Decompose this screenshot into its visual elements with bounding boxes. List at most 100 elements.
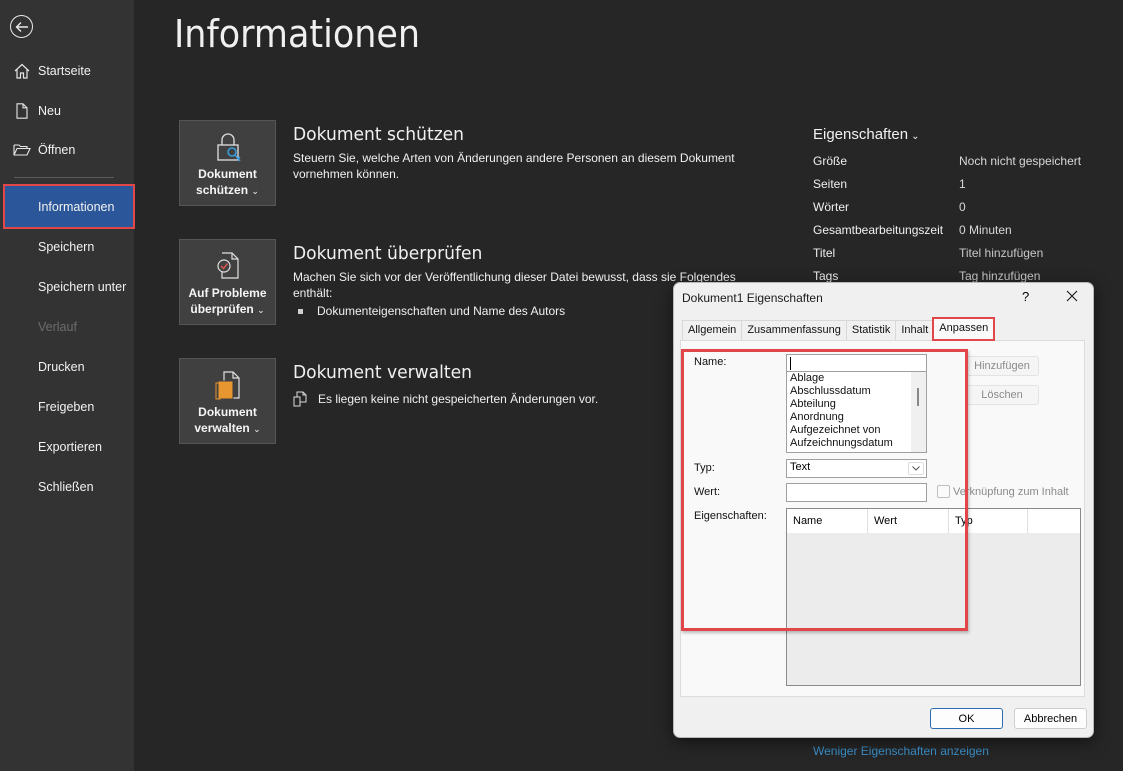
sidebar-item-label: Startseite [38,64,91,78]
close-icon [1066,290,1078,302]
properties-dropdown[interactable]: Eigenschaften ⌄ [813,126,919,143]
property-value: 1 [959,177,966,191]
link-to-content-checkbox[interactable] [937,485,950,498]
properties-title: Eigenschaften [813,126,909,143]
scrollbar-thumb[interactable] [917,388,919,406]
dialog-title: Dokument1 Eigenschaften [682,291,823,305]
column-header-name[interactable]: Name [787,509,868,533]
sidebar-item-speichern-unter[interactable]: Speichern unter [0,268,134,306]
tab-allgemein[interactable]: Allgemein [682,320,743,340]
sidebar-item-drucken[interactable]: Drucken [0,348,134,386]
tile-label: Dokument [198,167,257,181]
wert-input[interactable] [786,483,927,502]
column-header-typ[interactable]: Typ [949,509,1028,533]
link-to-content-option[interactable]: Verknüpfung zum Inhalt [937,485,1069,498]
close-button[interactable] [1062,286,1082,306]
sidebar-item-startseite[interactable]: Startseite [0,52,134,90]
sidebar-item-label: Schließen [38,480,94,494]
back-button[interactable] [10,15,33,38]
tab-statistik[interactable]: Statistik [845,320,897,340]
tile-label: Auf Probleme [188,286,267,300]
manage-document-button[interactable]: Dokument verwalten ⌄ [179,358,276,444]
help-button[interactable]: ? [1022,289,1029,304]
typ-value: Text [790,461,811,473]
list-item[interactable]: Aufgezeichnet von [787,424,926,437]
new-document-icon [16,103,28,119]
section-heading: Dokument überprüfen [293,243,483,264]
tab-inhalt[interactable]: Inhalt [895,320,935,340]
sidebar-item-schliessen[interactable]: Schließen [0,468,134,506]
sidebar-item-speichern[interactable]: Speichern [0,228,134,266]
delete-button[interactable]: Löschen [965,385,1039,405]
property-key: Gesamtbearbeitungszeit [813,223,944,237]
property-key: Seiten [813,177,848,191]
chevron-down-icon [912,466,920,471]
property-value: 0 Minuten [959,223,1012,237]
sidebar-item-freigeben[interactable]: Freigeben [0,388,134,426]
sidebar-item-label: Exportieren [38,440,102,454]
cancel-button[interactable]: Abbrechen [1014,708,1087,729]
section-heading: Dokument schützen [293,124,465,145]
list-item[interactable]: Aufzeichnungsdatum [787,437,926,450]
dropdown-button[interactable] [908,462,924,475]
tags-input[interactable]: Tag hinzufügen [959,269,1040,283]
tab-panel-anpassen: Name: Ablage Abschlussdatum Abteilung An… [680,340,1085,697]
typ-select[interactable]: Text [786,459,927,478]
sidebar-item-oeffnen[interactable]: Öffnen [0,131,134,169]
chevron-down-icon: ⌄ [257,305,265,315]
check-issues-button[interactable]: Auf Probleme überprüfen ⌄ [179,239,276,325]
table-header: Name Wert Typ [787,509,1080,533]
sidebar-item-informationen[interactable]: Informationen [3,184,135,229]
protect-document-button[interactable]: Dokument schützen ⌄ [179,120,276,206]
manage-status: Es liegen keine nicht gespeicherten Ände… [293,391,598,407]
property-value: 0 [959,200,966,214]
tab-zusammenfassung[interactable]: Zusammenfassung [741,320,847,340]
name-input[interactable] [786,354,927,372]
add-button[interactable]: Hinzufügen [965,356,1039,376]
section-description: Es liegen keine nicht gespeicherten Ände… [318,392,599,406]
section-description: Machen Sie sich vor der Veröffentlichung… [293,270,736,300]
list-item[interactable]: Ablage [787,372,926,385]
property-key: Wörter [813,200,849,214]
chevron-down-icon: ⌄ [911,131,920,142]
chevron-down-icon: ⌄ [253,424,261,434]
sidebar-item-neu[interactable]: Neu [0,92,134,130]
sidebar-item-verlauf: Verlauf [0,308,134,346]
list-item[interactable]: Abschlussdatum [787,385,926,398]
sidebar-item-label: Speichern unter [38,280,127,294]
bullet-item: Dokumenteigenschaften und Name des Autor… [298,304,565,318]
list-scrollbar[interactable] [911,372,926,452]
back-arrow-icon [15,21,28,32]
sidebar-item-exportieren[interactable]: Exportieren [0,428,134,466]
checkbox-label: Verknüpfung zum Inhalt [953,485,1069,498]
wert-label: Wert: [694,486,721,498]
property-value: Noch nicht gespeichert [959,154,1082,168]
property-key: Titel [813,246,836,260]
list-item[interactable]: Abteilung [787,398,926,411]
property-key: Größe [813,154,848,168]
text-caret [790,357,791,370]
property-key: Tags [813,269,839,283]
properties-table[interactable]: Name Wert Typ [786,508,1081,686]
tab-anpassen[interactable]: Anpassen [932,317,996,341]
tile-label: schützen [196,183,249,197]
document-check-icon [216,252,239,279]
column-header-wert[interactable]: Wert [868,509,949,533]
properties-dialog: Dokument1 Eigenschaften ? Allgemein Zusa… [673,282,1094,738]
column-header-extra[interactable] [1028,509,1080,533]
section-description: Steuern Sie, welche Arten von Änderungen… [293,151,735,181]
list-item[interactable]: Anordnung [787,411,926,424]
sidebar-item-label: Neu [38,104,61,118]
name-suggestions-list[interactable]: Ablage Abschlussdatum Abteilung Anordnun… [786,372,927,453]
tile-label: überprüfen [190,302,254,316]
sidebar-item-label: Freigeben [38,400,95,414]
title-input[interactable]: Titel hinzufügen [959,246,1043,260]
sidebar-item-label: Speichern [38,240,95,254]
document-versions-icon [293,391,307,407]
manage-document-icon [215,371,240,400]
properties-label: Eigenschaften: [694,510,767,522]
ok-button[interactable]: OK [930,708,1003,729]
fewer-properties-link[interactable]: Weniger Eigenschaften anzeigen [813,744,989,758]
bullet-text: Dokumenteigenschaften und Name des Autor… [317,304,566,318]
page-title: Informationen [174,12,421,56]
